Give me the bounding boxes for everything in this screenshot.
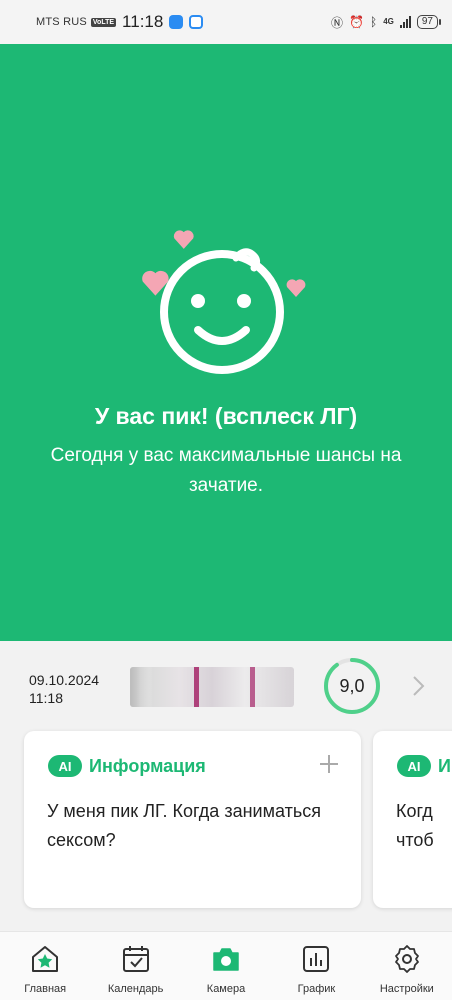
home-app-icon [189, 15, 204, 29]
battery-icon: 97 [416, 15, 442, 29]
camera-icon [213, 948, 239, 971]
bluetooth-icon: ᛒ [370, 15, 378, 29]
status-icons: Ⓝ ⏰ ᛒ 4G 97 [331, 14, 442, 31]
nav-chart[interactable]: График [271, 932, 361, 1000]
message-app-icon [169, 15, 184, 29]
nav-settings[interactable]: Настройки [362, 932, 452, 1000]
baby-face-icon [142, 230, 306, 374]
chart-icon [303, 946, 330, 972]
result-datetime: 09.10.2024 11:18 [29, 671, 99, 707]
gear-icon [394, 945, 419, 973]
nav-label-camera: Камера [206, 983, 246, 995]
ai-badge: AI [48, 755, 82, 777]
hero-title: У вас пик! (всплеск ЛГ) [94, 403, 358, 429]
nav-label-chart: График [297, 983, 336, 995]
battery-level: 97 [421, 16, 433, 27]
ai-question-card[interactable]: AI Информация У меня пик ЛГ. Когда заним… [24, 731, 361, 908]
network-type: 4G [383, 17, 394, 26]
card-question: Когд чтоб [396, 801, 434, 850]
nfc-icon: Ⓝ [331, 15, 344, 30]
hero-subtitle: Сегодня у вас максимальные шансы на зача… [50, 445, 402, 496]
home-star-icon [32, 946, 59, 972]
status-time: 11:18 [122, 12, 164, 31]
chevron-right-icon[interactable] [406, 674, 430, 698]
heart-right-icon [286, 279, 306, 297]
nav-label-home: Главная [24, 983, 67, 995]
nav-home[interactable]: Главная [0, 932, 90, 1000]
test-result-row[interactable]: 09.10.2024 11:18 9,0 [0, 641, 452, 731]
peak-result-banner: У вас пик! (всплеск ЛГ) Сегодня у вас ма… [0, 44, 452, 641]
status-bar: MTS RUS VoLTE 11:18 Ⓝ ⏰ ᛒ 4G 97 [0, 0, 452, 44]
nav-label-calendar: Календарь [107, 983, 164, 995]
ai-badge: AI [397, 755, 431, 777]
bottom-navigation: Главная Календарь Камера График Настройк… [0, 931, 452, 1000]
calendar-icon [122, 946, 149, 972]
result-date: 09.10.2024 [29, 672, 100, 688]
alarm-icon: ⏰ [349, 15, 364, 29]
nav-calendar[interactable]: Календарь [90, 932, 180, 1000]
card-title: Информация [438, 756, 452, 776]
card-title: Информация [89, 756, 206, 776]
carrier-label: MTS RUS [36, 16, 87, 28]
heart-top-icon [173, 230, 194, 249]
plus-icon[interactable] [319, 754, 339, 774]
ai-question-card-next[interactable]: AI Информация Когд чтоб [373, 731, 452, 908]
strip-test-line [250, 667, 255, 707]
nav-label-settings: Настройки [379, 983, 434, 995]
signal-icon [399, 16, 411, 28]
nav-camera[interactable]: Камера [181, 932, 271, 1000]
strip-control-line [194, 667, 199, 707]
card-question: У меня пик ЛГ. Когда заниматься сексом? [47, 801, 321, 850]
score-value: 9,0 [339, 675, 365, 696]
result-time: 11:18 [29, 690, 63, 706]
test-strip-image[interactable] [130, 667, 294, 707]
volte-badge: VoLTE [90, 17, 117, 27]
